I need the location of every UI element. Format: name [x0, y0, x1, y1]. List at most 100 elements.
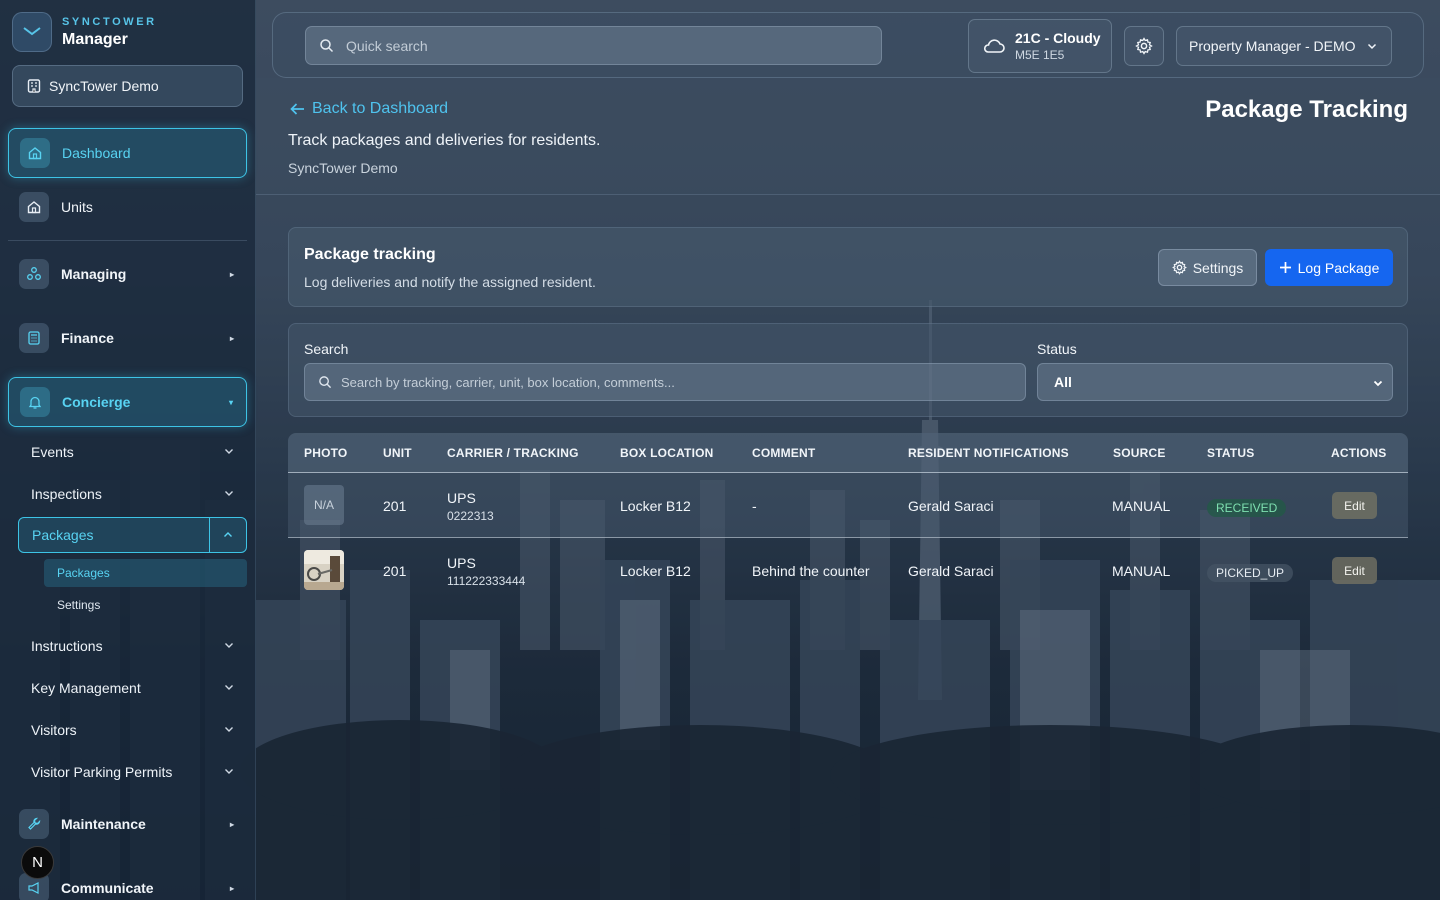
- package-search-input[interactable]: [341, 374, 1021, 390]
- column-header-source: SOURCE: [1113, 446, 1166, 460]
- sidebar-item-managing[interactable]: Managing ▸: [8, 256, 247, 292]
- column-header-box-location: BOX LOCATION: [620, 446, 714, 460]
- gear-icon: [1135, 37, 1153, 55]
- edit-button[interactable]: Edit: [1332, 557, 1377, 584]
- sidebar-subitem-visitor-parking-permits[interactable]: Visitor Parking Permits: [18, 754, 247, 790]
- role-switcher-button[interactable]: Property Manager - DEMO: [1176, 26, 1392, 66]
- sidebar-subsubitem-settings[interactable]: Settings: [44, 591, 247, 619]
- package-settings-button[interactable]: Settings: [1158, 249, 1257, 286]
- sidebar-subsubitem-label: Settings: [57, 598, 101, 612]
- caret-right-icon: ▸: [229, 269, 234, 279]
- sidebar-subitem-visitors[interactable]: Visitors: [18, 712, 247, 748]
- cell-resident: Gerald Saraci: [908, 498, 994, 514]
- building-icon: [26, 78, 42, 94]
- sidebar-subitem-key-management[interactable]: Key Management: [18, 670, 247, 706]
- sidebar-subitem-label: Instructions: [31, 638, 103, 654]
- log-package-button[interactable]: Log Package: [1265, 249, 1393, 286]
- sidebar-item-finance[interactable]: Finance ▸: [8, 320, 247, 356]
- sidebar-subitem-label: Key Management: [31, 680, 141, 696]
- sidebar: SYNCTOWER Manager SyncTower Demo Dashboa…: [0, 0, 256, 900]
- edit-button[interactable]: Edit: [1332, 492, 1377, 519]
- cell-carrier: UPS: [447, 555, 476, 571]
- status-select[interactable]: All: [1037, 363, 1393, 401]
- top-bar: 21C - Cloudy M5E 1E5 Property Manager - …: [272, 12, 1424, 78]
- arrow-left-icon: [289, 102, 306, 116]
- sidebar-item-label: Units: [61, 199, 93, 215]
- chevron-down-icon: [223, 487, 235, 499]
- package-search[interactable]: [304, 363, 1026, 401]
- sidebar-item-units[interactable]: Units: [8, 189, 247, 225]
- sidebar-subsubitem-label: Packages: [57, 566, 110, 580]
- brand-logo[interactable]: [12, 12, 52, 52]
- sidebar-item-label: Finance: [61, 330, 114, 346]
- brand: SYNCTOWER Manager: [12, 12, 157, 52]
- chevron-down-icon: [1366, 40, 1378, 52]
- caret-down-icon: ▾: [228, 397, 233, 407]
- sidebar-item-maintenance[interactable]: Maintenance ▸: [8, 806, 247, 842]
- sidebar-subitem-inspections[interactable]: Inspections: [18, 476, 247, 512]
- sidebar-item-label: Maintenance: [61, 816, 146, 832]
- sidebar-subitem-label: Events: [31, 444, 74, 460]
- cell-unit: 201: [383, 563, 407, 579]
- cell-comment: -: [752, 498, 757, 514]
- column-header-status: STATUS: [1207, 446, 1255, 460]
- role-label: Property Manager - DEMO: [1189, 38, 1356, 54]
- package-photo-thumbnail[interactable]: [304, 550, 344, 590]
- search-label: Search: [304, 341, 349, 357]
- dev-tools-badge[interactable]: N: [21, 846, 54, 879]
- sidebar-subitem-label: Visitors: [31, 722, 77, 738]
- weather-summary: 21C - Cloudy: [1015, 30, 1101, 46]
- page-org-name: SyncTower Demo: [288, 160, 398, 176]
- sidebar-item-dashboard[interactable]: Dashboard: [8, 128, 247, 178]
- chevron-up-icon[interactable]: [209, 518, 246, 552]
- column-header-comment: COMMENT: [752, 446, 816, 460]
- gear-icon: [1171, 260, 1187, 275]
- quick-search[interactable]: [305, 26, 882, 65]
- cell-box-location: Locker B12: [620, 563, 691, 579]
- cell-source: MANUAL: [1112, 563, 1171, 579]
- search-icon: [318, 375, 332, 389]
- cell-carrier: UPS: [447, 490, 476, 506]
- divider: [8, 240, 247, 241]
- chevron-down-icon: [1372, 377, 1384, 389]
- org-switcher-button[interactable]: SyncTower Demo: [12, 65, 243, 107]
- sidebar-item-concierge[interactable]: Concierge ▾: [8, 377, 247, 427]
- log-package-label: Log Package: [1297, 259, 1380, 276]
- brand-kicker: SYNCTOWER: [62, 15, 157, 28]
- settings-button[interactable]: [1124, 26, 1164, 66]
- bell-icon: [20, 387, 50, 417]
- calculator-icon: [19, 323, 49, 353]
- sidebar-subitem-label: Visitor Parking Permits: [31, 764, 173, 780]
- table-row[interactable]: 201 UPS 111222333444 Locker B12 Behind t…: [288, 538, 1408, 603]
- wrench-icon: [19, 809, 49, 839]
- sidebar-item-label: Managing: [61, 266, 127, 282]
- sidebar-subitem-label: Inspections: [31, 486, 102, 502]
- sidebar-item-label: Communicate: [61, 880, 154, 896]
- weather-widget[interactable]: 21C - Cloudy M5E 1E5: [968, 19, 1112, 73]
- sidebar-subitem-packages[interactable]: Packages: [18, 517, 247, 553]
- table-row[interactable]: N/A 201 UPS 0222313 Locker B12 - Gerald …: [288, 473, 1408, 538]
- search-icon: [319, 38, 334, 53]
- back-to-dashboard-link[interactable]: Back to Dashboard: [289, 100, 448, 118]
- caret-right-icon: ▸: [229, 883, 234, 893]
- status-label: Status: [1037, 341, 1077, 357]
- column-header-actions: ACTIONS: [1331, 446, 1387, 460]
- sidebar-subitem-events[interactable]: Events: [18, 434, 247, 470]
- status-select-value: All: [1054, 374, 1072, 390]
- home-icon: [19, 192, 49, 222]
- sidebar-subitem-instructions[interactable]: Instructions: [18, 628, 247, 664]
- chevron-down-icon: [223, 723, 235, 735]
- cell-tracking: 0222313: [447, 509, 494, 523]
- cloud-icon: [982, 37, 1006, 55]
- card-title: Package tracking: [304, 246, 436, 263]
- cell-resident: Gerald Saraci: [908, 563, 994, 579]
- mail-icon: [23, 27, 41, 36]
- chevron-down-icon: [223, 765, 235, 777]
- quick-search-input[interactable]: [346, 37, 846, 54]
- sidebar-subsubitem-packages[interactable]: Packages: [44, 559, 247, 587]
- org-switcher-label: SyncTower Demo: [49, 78, 159, 94]
- back-link-label: Back to Dashboard: [312, 100, 449, 117]
- settings-button-label: Settings: [1192, 259, 1244, 276]
- cell-unit: 201: [383, 498, 407, 514]
- cell-comment: Behind the counter: [752, 563, 870, 579]
